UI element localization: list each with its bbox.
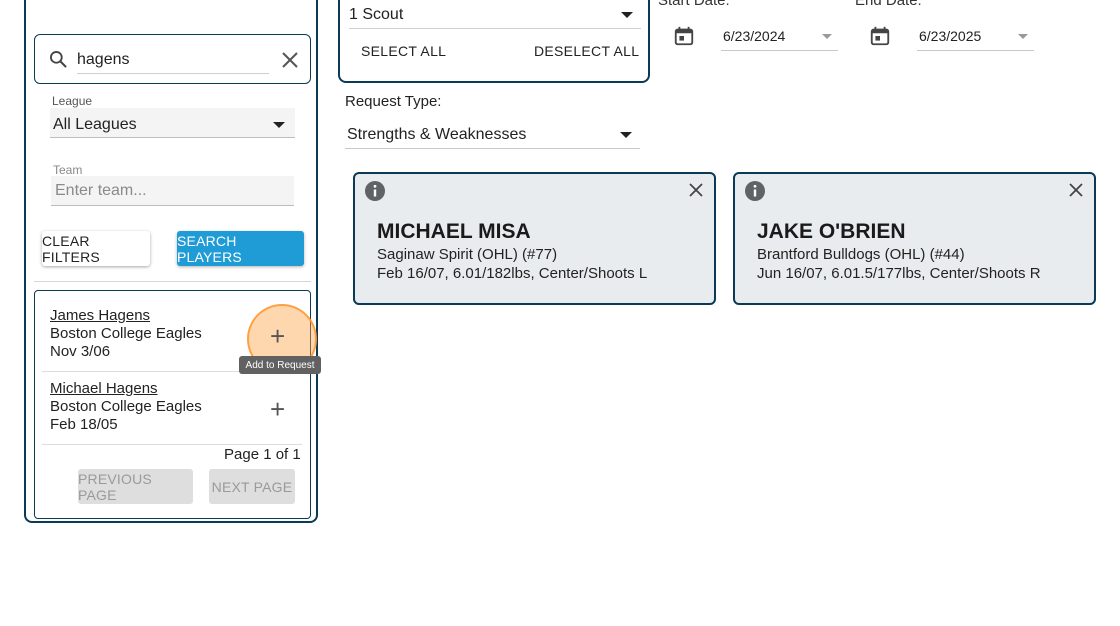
add-to-request-tooltip: Add to Request [239,356,321,374]
league-label: League [52,94,93,108]
dropdown-arrow-icon [620,132,632,138]
search-input[interactable] [77,47,269,74]
end-date-value: 6/23/2025 [919,28,982,44]
select-all-button[interactable]: SELECT ALL [361,43,446,59]
start-date-label: Start Date: [658,0,730,9]
dropdown-arrow-icon [1018,34,1028,39]
dropdown-arrow-icon [273,122,285,128]
add-to-request-icon[interactable]: + [270,323,285,349]
close-icon[interactable] [689,183,703,202]
end-date-label: End Date: [855,0,922,9]
player-card-team: Brantford Bulldogs (OHL) (#44) [757,246,965,263]
scout-select[interactable]: 1 Scout [349,0,641,29]
selected-player-card: JAKE O'BRIEN Brantford Bulldogs (OHL) (#… [733,172,1096,305]
scout-value: 1 Scout [349,6,404,23]
league-value: All Leagues [53,116,137,133]
clear-filters-button[interactable]: CLEAR FILTERS [42,231,150,266]
request-type-label: Request Type: [345,93,442,110]
request-type-value: Strengths & Weaknesses [347,126,527,143]
player-card-team: Saginaw Spirit (OHL) (#77) [377,246,558,263]
calendar-icon[interactable] [673,25,695,52]
close-icon[interactable] [1069,183,1083,202]
player-card-details: Feb 16/07, 6.01/182lbs, Center/Shoots L [377,265,648,282]
start-date-input[interactable]: 6/23/2024 [721,24,838,51]
league-select[interactable]: All Leagues [50,108,295,138]
dropdown-arrow-icon [822,34,832,39]
dropdown-arrow-icon [621,12,633,18]
team-label: Team [53,163,83,177]
end-date-input[interactable]: 6/23/2025 [917,24,1034,51]
search-players-button[interactable]: SEARCH PLAYERS [177,231,304,266]
info-icon[interactable] [365,181,385,206]
previous-page-button[interactable]: PREVIOUS PAGE [78,469,193,504]
divider [34,281,311,282]
search-icon [48,49,68,74]
selected-player-card: MICHAEL MISA Saginaw Spirit (OHL) (#77) … [353,172,716,305]
start-date-value: 6/23/2024 [723,28,786,44]
player-card-details: Jun 16/07, 6.01.5/177lbs, Center/Shoots … [757,265,1041,282]
player-card-name: MICHAEL MISA [377,220,531,243]
team-input[interactable] [51,176,294,205]
next-page-button[interactable]: NEXT PAGE [209,469,295,504]
calendar-icon[interactable] [869,25,891,52]
player-card-name: JAKE O'BRIEN [757,220,906,243]
add-to-request-icon[interactable]: + [270,396,285,422]
request-type-select[interactable]: Strengths & Weaknesses [345,122,640,149]
divider [42,444,302,445]
deselect-all-button[interactable]: DESELECT ALL [534,43,639,59]
player-search-box[interactable] [34,34,311,84]
clear-search-icon[interactable] [281,51,299,74]
pagination-label: Page 1 of 1 [224,446,301,463]
team-field[interactable] [51,176,294,206]
info-icon[interactable] [745,181,765,206]
